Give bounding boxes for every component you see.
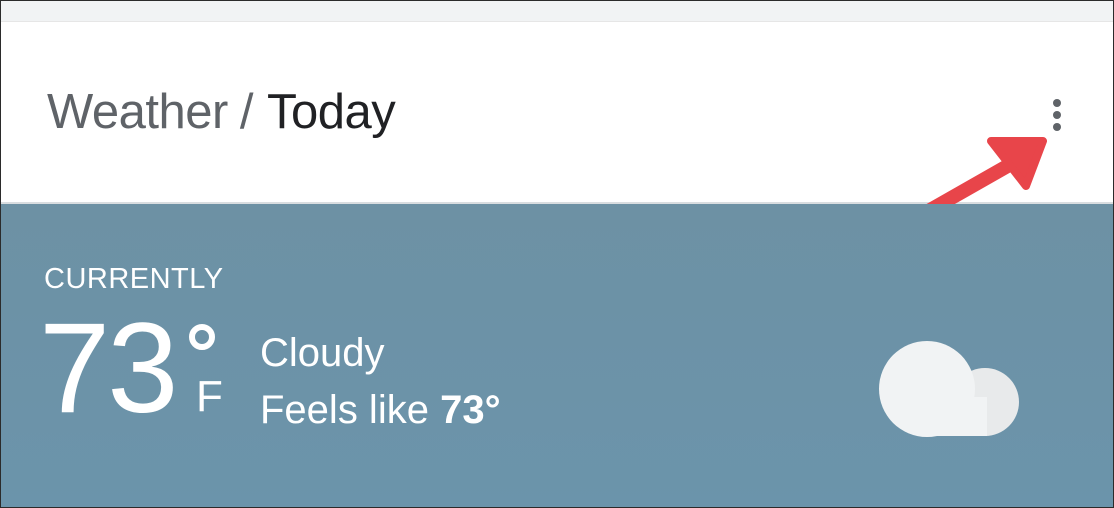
temperature-value: 73 — [39, 297, 178, 440]
more-vert-icon — [1053, 99, 1061, 131]
cloud-icon — [879, 341, 1019, 437]
breadcrumb-current: Today — [266, 85, 396, 139]
weather-card[interactable]: CURRENTLY 73 F Cloudy Feels like 73° — [1, 204, 1113, 507]
feels-like-label: Feels like — [260, 388, 429, 432]
top-strip — [1, 1, 1113, 22]
breadcrumb-parent[interactable]: Weather — [47, 85, 228, 139]
degree-symbol — [189, 324, 215, 350]
condition-label: Cloudy — [260, 331, 385, 375]
more-options-button[interactable] — [1045, 95, 1069, 135]
breadcrumb-separator: / — [239, 85, 254, 139]
temperature-unit: F — [196, 372, 223, 421]
currently-label: CURRENTLY — [44, 263, 224, 295]
header-bar: Weather / Today — [1, 22, 1113, 204]
breadcrumb: Weather / Today — [47, 84, 396, 140]
app-frame: Weather / Today CURRENTLY 73 F Cloudy Feel… — [0, 0, 1114, 508]
feels-like: Feels like 73° — [260, 387, 501, 433]
feels-like-value: 73° — [440, 388, 501, 432]
